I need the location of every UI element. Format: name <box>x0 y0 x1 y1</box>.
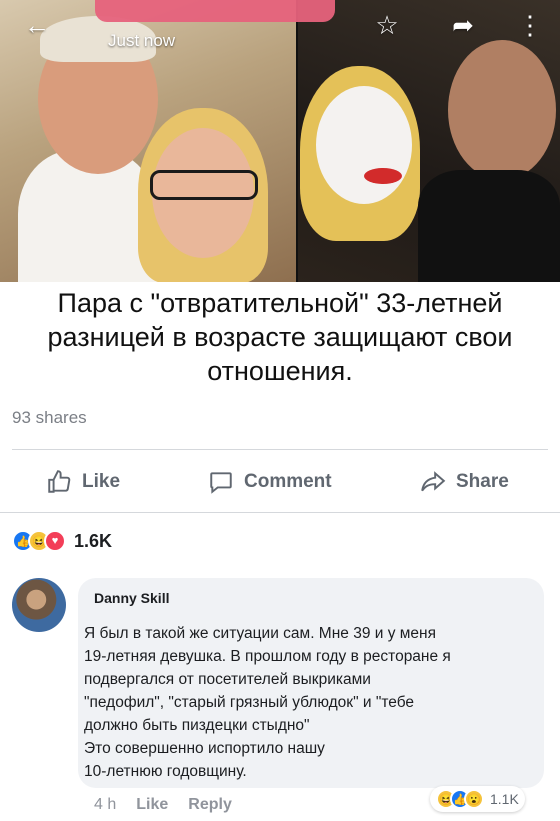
like-label: Like <box>82 471 121 492</box>
comment-bubble: Danny Skill Я был в такой же ситуации са… <box>78 578 544 788</box>
post-reactions[interactable]: 👍 😆 ♥ 1.6K <box>12 528 112 554</box>
post-timestamp: Just now <box>108 31 176 50</box>
comment-line: Я был в такой же ситуации сам. Мне 39 и … <box>84 625 437 642</box>
divider <box>12 449 548 450</box>
redacted-name-bar <box>95 0 335 22</box>
post-topbar: ← Just now ☆ ➦ ⋮ <box>0 0 560 60</box>
comment-button[interactable]: Comment <box>208 462 332 502</box>
post-actions: Like Comment Share <box>0 462 560 502</box>
comment-bubble-icon <box>210 472 232 494</box>
share-arrow-icon <box>421 471 446 492</box>
comment-time: 4 h <box>94 796 117 813</box>
thumbs-up-icon <box>48 470 71 493</box>
comment-reply-link[interactable]: Reply <box>188 796 232 814</box>
comment-line: 19-летняя девушка. В прошлом году в рест… <box>84 648 451 665</box>
reactions-count: 1.6K <box>74 530 113 551</box>
comment-reactions-count: 1.1K <box>490 791 519 807</box>
comment-text: Я был в такой же ситуации сам. Мне 39 и … <box>84 622 534 783</box>
share-arrow-icon[interactable]: ➦ <box>448 10 478 40</box>
love-reaction-icon: ♥ <box>44 530 66 552</box>
shares-count[interactable]: 93 shares <box>12 408 87 428</box>
divider <box>0 512 560 513</box>
comment-meta: 4 h Like Reply <box>94 796 232 814</box>
comment-line: "педофил", "старый грязный ублюдок" и "т… <box>84 694 415 711</box>
share-label: Share <box>456 471 509 492</box>
comment-line: 10-летнюю годовщину. <box>84 763 247 780</box>
comment-author[interactable]: Danny Skill <box>94 590 169 606</box>
wow-reaction-icon: 😮 <box>464 789 484 809</box>
comment-line: должно быть пиздецки стыдно" <box>84 717 310 734</box>
star-outline-icon[interactable]: ☆ <box>372 10 402 40</box>
like-button[interactable]: Like <box>46 462 120 502</box>
vertical-dots-icon[interactable]: ⋮ <box>515 10 545 40</box>
share-button[interactable]: Share <box>420 462 509 502</box>
comment-line: Это совершенно испортило нашу <box>84 740 325 757</box>
comment-like-link[interactable]: Like <box>136 796 168 814</box>
comment-reactions[interactable]: 😆 👍 😮 1.1K <box>430 786 525 812</box>
post-caption: Пара с "отвратительной" 33-летней разниц… <box>47 288 513 386</box>
comment-label: Comment <box>244 471 332 492</box>
arrow-left-icon[interactable]: ← <box>22 10 52 40</box>
avatar[interactable] <box>12 578 66 632</box>
comment-line: подвергался от посетителей выкриками <box>84 671 371 688</box>
post-caption-area: Пара с "отвратительной" 33-летней разниц… <box>0 282 560 390</box>
